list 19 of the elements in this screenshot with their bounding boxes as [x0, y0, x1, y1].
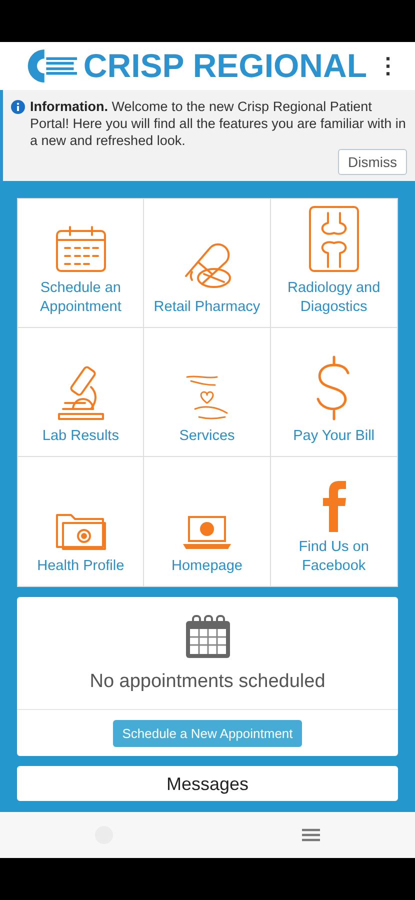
- facebook-icon: [320, 480, 347, 532]
- folder-icon: [54, 511, 107, 551]
- feature-tile[interactable]: Lab Results: [18, 328, 144, 457]
- feature-tile[interactable]: Services: [144, 328, 271, 457]
- messages-title: Messages: [166, 773, 249, 796]
- info-message: Information. Welcome to the new Crisp Regional Patient Portal! Here you will find all the features you are familiar with in a new and refreshed look.: [30, 98, 407, 149]
- logo-text: CRISP REGIONAL: [83, 47, 367, 85]
- schedule-appointment-button[interactable]: Schedule a New Appointment: [113, 720, 302, 747]
- more-menu-button[interactable]: ⋮: [373, 53, 403, 79]
- empty-appointments-text: No appointments scheduled: [90, 671, 326, 693]
- feature-tile[interactable]: Schedule an Appointment: [18, 199, 144, 328]
- feature-tile[interactable]: Retail Pharmacy: [144, 199, 271, 328]
- menu-icon: [301, 827, 322, 843]
- x-ray-icon: [308, 205, 360, 273]
- laptop-icon: [180, 515, 233, 551]
- dismiss-button[interactable]: Dismiss: [338, 149, 407, 175]
- calendar-icon: [184, 615, 230, 659]
- calendar-icon: [54, 225, 107, 273]
- info-icon: [11, 100, 25, 114]
